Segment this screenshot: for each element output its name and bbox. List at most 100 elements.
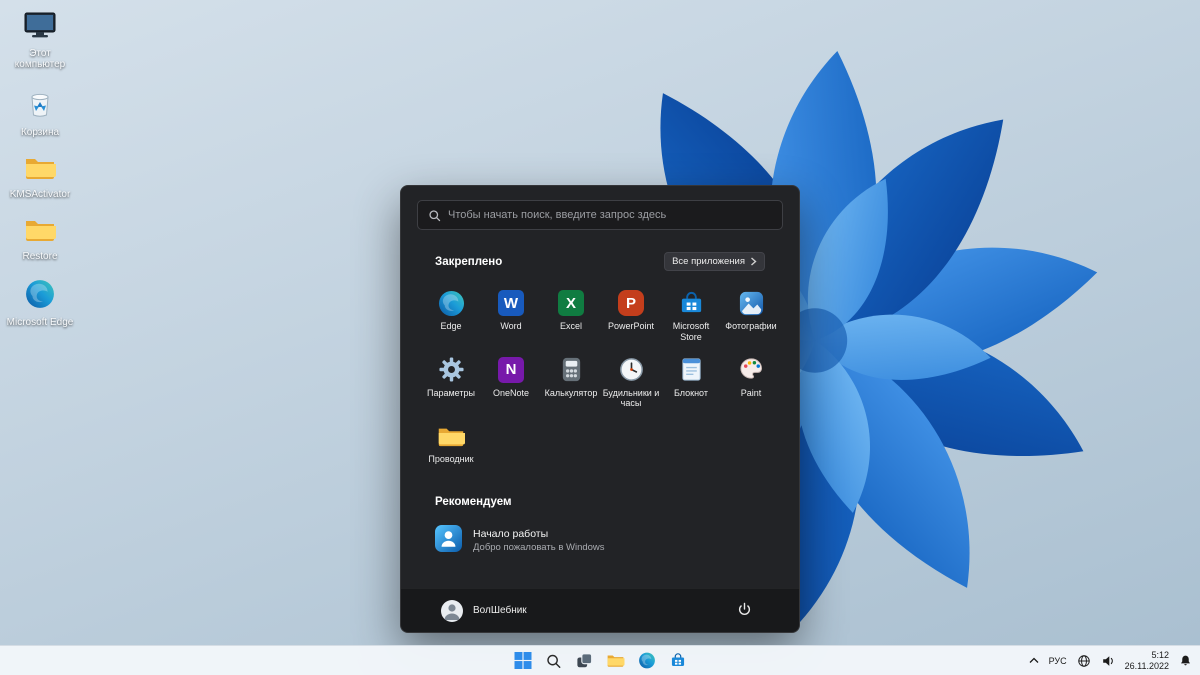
desktop-icon-label: Microsoft Edge xyxy=(6,317,74,328)
all-apps-label: Все приложения xyxy=(672,256,745,267)
tray-overflow-button[interactable] xyxy=(1025,649,1043,673)
edge-icon xyxy=(638,652,655,669)
start-button[interactable] xyxy=(511,649,535,673)
notification-bell-icon xyxy=(1181,655,1190,666)
app-tile-excel[interactable]: X Excel xyxy=(541,283,601,346)
avatar xyxy=(441,599,463,622)
start-search-input[interactable] xyxy=(418,201,782,229)
app-tile-store[interactable]: Microsoft Store xyxy=(661,283,721,346)
app-label: Проводник xyxy=(428,454,474,465)
volume-button[interactable] xyxy=(1097,649,1119,673)
app-label: Paint xyxy=(740,387,762,398)
file-explorer-icon xyxy=(607,655,625,667)
desktop-icon-recycle-bin[interactable]: Корзина xyxy=(2,85,78,140)
recycle-bin-icon xyxy=(25,87,55,124)
pinned-apps-grid: Edge W Word X Excel P PowerPoint Microso… xyxy=(421,283,779,468)
tray-date: 26.11.2022 xyxy=(1124,660,1169,671)
system-tray: РУС 5:12 26.11.2022 xyxy=(1025,646,1196,675)
folder-icon xyxy=(24,217,56,248)
settings-gear-icon xyxy=(437,356,465,384)
app-tile-notepad[interactable]: Блокнот xyxy=(661,350,721,413)
pinned-header: Закреплено xyxy=(435,255,503,268)
powerpoint-icon: P xyxy=(617,289,645,317)
start-search-box[interactable] xyxy=(417,200,783,230)
microsoft-store-icon xyxy=(677,289,705,317)
app-label: Excel xyxy=(559,321,582,331)
app-tile-powerpoint[interactable]: P PowerPoint xyxy=(601,283,661,346)
word-icon: W xyxy=(497,289,525,317)
app-tile-onenote[interactable]: N OneNote xyxy=(481,350,541,413)
app-label: Microsoft Store xyxy=(672,321,710,342)
notification-center-button[interactable] xyxy=(1175,649,1196,673)
desktop-icon-kmsactivator[interactable]: KMSActivator xyxy=(2,153,78,202)
app-tile-paint[interactable]: Paint xyxy=(721,350,781,413)
get-started-icon xyxy=(435,524,462,557)
taskbar: РУС 5:12 26.11.2022 xyxy=(0,645,1200,675)
chevron-up-icon xyxy=(1029,657,1039,663)
windows-logo-icon xyxy=(514,652,531,669)
desktop-icon-edge[interactable]: Microsoft Edge xyxy=(2,277,78,330)
edge-icon xyxy=(25,279,55,314)
network-globe-icon xyxy=(1077,654,1090,667)
speaker-icon xyxy=(1102,655,1113,666)
user-profile-button[interactable]: ВолШебник xyxy=(441,599,527,622)
chevron-right-icon xyxy=(751,257,757,266)
app-tile-settings[interactable]: Параметры xyxy=(421,350,481,413)
app-label: PowerPoint xyxy=(607,321,655,331)
app-tile-calculator[interactable]: Калькулятор xyxy=(541,350,601,413)
app-tile-edge[interactable]: Edge xyxy=(421,283,481,346)
this-pc-icon xyxy=(23,10,57,45)
file-explorer-icon xyxy=(437,422,465,450)
paint-palette-icon xyxy=(737,356,765,384)
app-label: OneNote xyxy=(492,387,530,398)
app-label: Будильники и часы xyxy=(602,387,660,409)
notepad-icon xyxy=(677,356,705,384)
clock[interactable]: 5:12 26.11.2022 xyxy=(1121,649,1173,673)
edge-taskbar-button[interactable] xyxy=(635,649,659,673)
recommended-subtitle: Добро пожаловать в Windows xyxy=(473,542,605,554)
app-tile-word[interactable]: W Word xyxy=(481,283,541,346)
network-button[interactable] xyxy=(1073,649,1095,673)
app-label: Параметры xyxy=(427,387,475,398)
recommended-header: Рекомендуем xyxy=(435,495,512,508)
edge-icon xyxy=(437,289,465,317)
app-tile-alarms[interactable]: Будильники и часы xyxy=(601,350,661,413)
start-menu-footer: ВолШебник xyxy=(401,588,799,632)
search-icon xyxy=(547,654,561,668)
app-label: Фотографии xyxy=(725,321,777,331)
taskbar-search-button[interactable] xyxy=(542,649,566,673)
desktop-icons: Этот компьютер Корзина KMSActivator Rest… xyxy=(2,8,78,330)
tray-time: 5:12 xyxy=(1151,649,1169,660)
desktop-icon-label: Этот компьютер xyxy=(14,48,66,70)
task-view-button[interactable] xyxy=(573,649,597,673)
onenote-icon: N xyxy=(497,356,525,384)
microsoft-store-icon xyxy=(671,653,684,666)
folder-icon xyxy=(24,155,56,186)
clock-icon xyxy=(617,356,645,384)
taskbar-center xyxy=(511,646,690,675)
desktop-icon-label: KMSActivator xyxy=(9,189,71,200)
language-indicator[interactable]: РУС xyxy=(1045,649,1071,673)
app-label: Калькулятор xyxy=(544,387,598,398)
photos-icon xyxy=(737,289,765,317)
recommended-item[interactable]: Начало работы Добро пожаловать в Windows xyxy=(427,518,773,564)
recommended-title: Начало работы xyxy=(473,528,549,541)
power-button[interactable] xyxy=(732,597,757,625)
start-menu: Закреплено Все приложения Edge W Word X … xyxy=(400,185,800,633)
app-label: Edge xyxy=(440,321,462,331)
excel-icon: X xyxy=(557,289,585,317)
app-tile-explorer[interactable]: Проводник xyxy=(421,416,481,468)
calculator-icon xyxy=(557,356,585,384)
search-icon xyxy=(429,210,441,222)
desktop-icon-restore[interactable]: Restore xyxy=(2,215,78,264)
file-explorer-button[interactable] xyxy=(604,649,628,673)
app-label: Word xyxy=(500,321,522,331)
power-icon xyxy=(738,602,751,615)
all-apps-button[interactable]: Все приложения xyxy=(664,252,765,271)
desktop-icon-this-pc[interactable]: Этот компьютер xyxy=(2,8,78,72)
app-label: Блокнот xyxy=(673,387,708,398)
app-tile-photos[interactable]: Фотографии xyxy=(721,283,781,346)
desktop-icon-label: Restore xyxy=(22,251,58,262)
task-view-icon xyxy=(577,652,593,667)
store-taskbar-button[interactable] xyxy=(666,649,690,673)
